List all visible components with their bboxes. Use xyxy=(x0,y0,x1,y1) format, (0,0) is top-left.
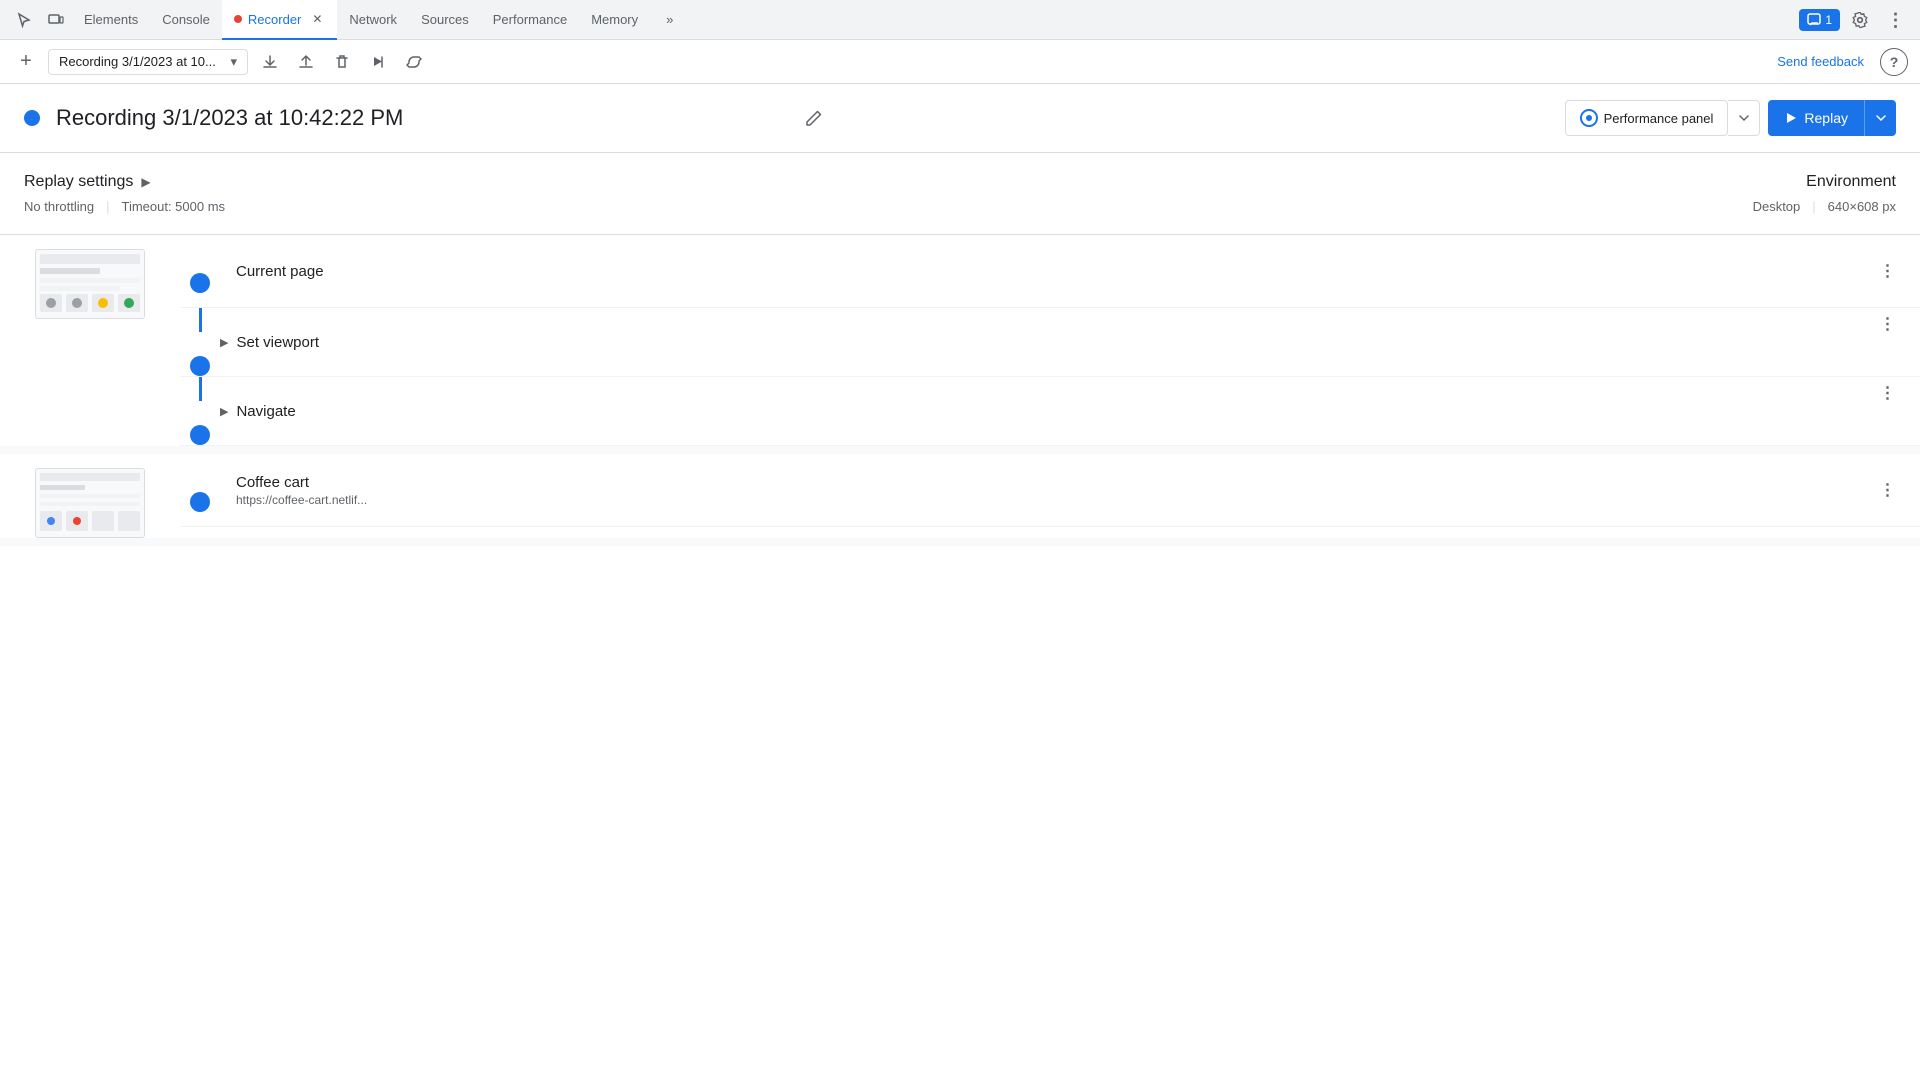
tl-line-top-1 xyxy=(199,308,202,332)
dropdown-arrow-icon: ▾ xyxy=(230,54,237,70)
performance-icon xyxy=(1580,109,1598,127)
group2-title-timeline xyxy=(180,468,220,512)
import-button[interactable] xyxy=(292,48,320,76)
group2-title-row: Coffee cart https://coffee-cart.netlif..… xyxy=(180,454,1920,527)
group1-main-col: Current page ⋮ ▶ Set viewport xyxy=(180,235,1920,446)
group1-menu-button[interactable]: ⋮ xyxy=(1872,255,1904,287)
loop-button[interactable] xyxy=(400,48,428,76)
tab-recorder-close[interactable]: ✕ xyxy=(309,11,325,27)
group2-thumbnail xyxy=(35,468,145,538)
replay-btn-group: Replay xyxy=(1768,100,1896,136)
recording-header: Recording 3/1/2023 at 10:42:22 PM Perfor… xyxy=(0,84,1920,153)
step-navigate-timeline xyxy=(180,377,220,445)
settings-icon[interactable] xyxy=(1844,4,1876,36)
tab-console[interactable]: Console xyxy=(150,0,222,40)
step-set-viewport: ▶ Set viewport ⋮ xyxy=(180,308,1920,377)
devtools-tab-bar: Elements Console Recorder ✕ Network Sour… xyxy=(0,0,1920,40)
tab-elements[interactable]: Elements xyxy=(72,0,150,40)
step-viewport-expand-icon[interactable]: ▶ xyxy=(220,336,228,349)
replay-settings-title[interactable]: Replay settings ▶ xyxy=(24,173,1753,191)
step-navigate-expand-icon[interactable]: ▶ xyxy=(220,405,228,418)
tab-network[interactable]: Network xyxy=(337,0,409,40)
settings-separator: | xyxy=(106,199,109,214)
replay-settings-section: Replay settings ▶ No throttling | Timeou… xyxy=(0,153,1920,235)
add-recording-button[interactable]: + xyxy=(12,48,40,76)
step-viewport-dot xyxy=(190,356,210,376)
step-viewport-menu-button[interactable]: ⋮ xyxy=(1872,308,1904,340)
recording-title: Recording 3/1/2023 at 10:42:22 PM xyxy=(56,105,794,131)
group2-title-label: Coffee cart xyxy=(236,474,309,491)
step-viewport-timeline xyxy=(180,308,220,376)
step-viewport-label-row: ▶ Set viewport xyxy=(220,334,319,351)
group1-thumbnail-col xyxy=(0,235,180,446)
step-navigate-content: ▶ Navigate xyxy=(220,377,1872,445)
cursor-icon[interactable] xyxy=(8,4,40,36)
recorder-active-dot xyxy=(234,15,242,23)
group1-title-row: Current page ⋮ xyxy=(180,235,1920,308)
tab-memory[interactable]: Memory xyxy=(579,0,650,40)
step-navigate-label-row: ▶ Navigate xyxy=(220,403,296,420)
group1-title-content: Current page xyxy=(220,263,1872,280)
tab-recorder[interactable]: Recorder ✕ xyxy=(222,0,337,40)
group1-wrapper: Current page ⋮ ▶ Set viewport xyxy=(0,235,1920,446)
replay-settings-left: Replay settings ▶ No throttling | Timeou… xyxy=(24,173,1753,214)
group2-thumbnail-col xyxy=(0,454,180,538)
group1-thumbnail xyxy=(35,249,145,319)
steps-area: Current page ⋮ ▶ Set viewport xyxy=(0,235,1920,546)
edit-recording-title-button[interactable] xyxy=(802,106,826,130)
step-viewport-content: ▶ Set viewport xyxy=(220,308,1872,376)
tab-right-icons: 1 ⋮ xyxy=(1799,4,1912,36)
step-navigate: ▶ Navigate ⋮ xyxy=(180,377,1920,446)
chat-badge-button[interactable]: 1 xyxy=(1799,9,1840,31)
step-group-current-page: Current page ⋮ ▶ Set viewport xyxy=(0,235,1920,454)
play-step-button[interactable] xyxy=(364,48,392,76)
performance-panel-btn-group: Performance panel xyxy=(1565,100,1761,136)
step-navigate-label: Navigate xyxy=(236,403,295,420)
group1-title-label: Current page xyxy=(236,263,324,280)
device-toggle-icon[interactable] xyxy=(40,4,72,36)
environment-section: Environment Desktop | 640×608 px xyxy=(1753,173,1896,214)
group2-menu-button[interactable]: ⋮ xyxy=(1872,474,1904,506)
group2-wrapper: Coffee cart https://coffee-cart.netlif..… xyxy=(0,454,1920,538)
settings-expand-icon: ▶ xyxy=(141,175,150,189)
replay-button[interactable]: Replay xyxy=(1768,100,1864,136)
performance-panel-dropdown[interactable] xyxy=(1728,100,1760,136)
group2-url: https://coffee-cart.netlif... xyxy=(236,493,1856,507)
group2-dot xyxy=(190,492,210,512)
env-separator: | xyxy=(1812,199,1815,214)
recording-selector[interactable]: Recording 3/1/2023 at 10... ▾ xyxy=(48,49,248,75)
step-navigate-menu-button[interactable]: ⋮ xyxy=(1872,377,1904,409)
group2-main-col: Coffee cart https://coffee-cart.netlif..… xyxy=(180,454,1920,538)
help-button[interactable]: ? xyxy=(1880,48,1908,76)
step-viewport-label: Set viewport xyxy=(236,334,319,351)
tl-line-top-2 xyxy=(199,377,202,401)
tab-sources[interactable]: Sources xyxy=(409,0,481,40)
more-menu-icon[interactable]: ⋮ xyxy=(1880,4,1912,36)
delete-button[interactable] xyxy=(328,48,356,76)
step-navigate-dot xyxy=(190,425,210,445)
replay-settings-detail: No throttling | Timeout: 5000 ms xyxy=(24,199,1753,214)
recording-status-dot xyxy=(24,110,40,126)
replay-dropdown-button[interactable] xyxy=(1864,100,1896,136)
performance-panel-button[interactable]: Performance panel xyxy=(1565,100,1729,136)
send-feedback-link[interactable]: Send feedback xyxy=(1777,54,1864,69)
recorder-toolbar: + Recording 3/1/2023 at 10... ▾ Send fee… xyxy=(0,40,1920,84)
environment-detail: Desktop | 640×608 px xyxy=(1753,199,1896,214)
environment-title: Environment xyxy=(1753,173,1896,191)
tab-performance[interactable]: Performance xyxy=(481,0,579,40)
group1-dot xyxy=(190,273,210,293)
group1-title-timeline xyxy=(180,249,220,293)
tab-more[interactable]: » xyxy=(654,0,685,40)
step-group-coffee-cart: Coffee cart https://coffee-cart.netlif..… xyxy=(0,454,1920,546)
group2-title-content: Coffee cart https://coffee-cart.netlif..… xyxy=(220,474,1872,507)
header-right-actions: Performance panel Replay xyxy=(1565,100,1896,136)
export-button[interactable] xyxy=(256,48,284,76)
